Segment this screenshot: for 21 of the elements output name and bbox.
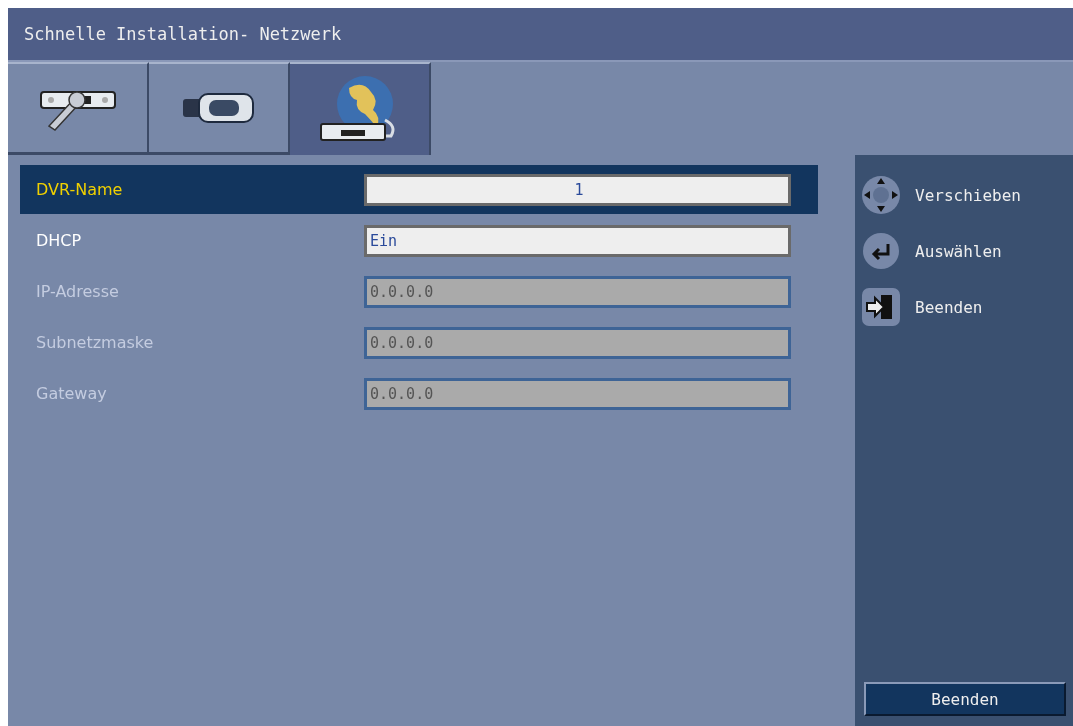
field-label: DVR-Name [35, 180, 124, 199]
dropdown-field[interactable]: Ein [364, 224, 791, 257]
field-label: Gateway [35, 384, 108, 403]
field-label: IP-Adresse [35, 282, 120, 301]
tab[interactable] [149, 62, 290, 155]
field-label: DHCP [35, 231, 83, 250]
direction-pad-icon [861, 175, 901, 215]
hint-label: Auswählen [915, 241, 1002, 261]
tab[interactable] [290, 62, 431, 155]
hint-label: Beenden [915, 297, 983, 317]
field-label: Subnetzmaske [35, 333, 155, 352]
exit-door-icon [861, 287, 901, 327]
hint-label: Verschieben [915, 185, 1021, 205]
tab[interactable] [8, 62, 149, 155]
enter-icon [861, 231, 901, 271]
input-field: 0.0.0.0 [364, 275, 791, 308]
exit-button[interactable]: Beenden [864, 682, 1066, 716]
input-field[interactable]: 1 [364, 173, 791, 206]
input-field: 0.0.0.0 [364, 326, 791, 359]
window-title: Schnelle Installation- Netzwerk [24, 24, 342, 44]
input-field: 0.0.0.0 [364, 377, 791, 410]
